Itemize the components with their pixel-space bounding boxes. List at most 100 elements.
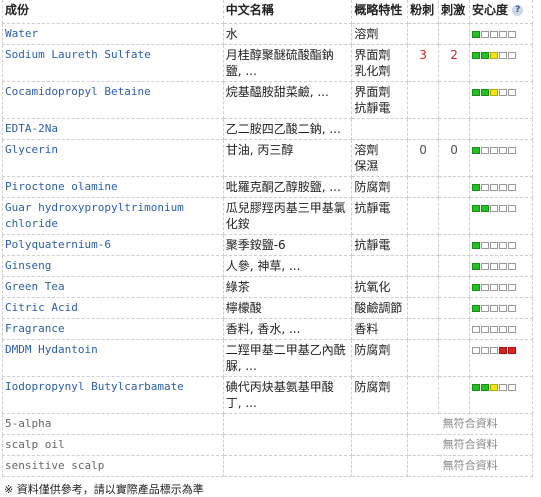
safety-meter <box>472 242 517 249</box>
safety-meter-segment <box>481 205 490 212</box>
function-tag: 防腐劑 <box>354 343 391 357</box>
chinese-name-cell: 碘代丙炔基氨基甲酸丁, ... <box>222 376 353 414</box>
function-cell <box>351 455 409 477</box>
irritant-score <box>438 81 471 119</box>
chinese-name-cell: 聚季銨鹽-6 <box>222 234 353 256</box>
ingredient-link[interactable]: Cocamidopropyl Betaine <box>5 85 151 98</box>
function-cell <box>351 434 409 456</box>
function-cell <box>351 118 409 140</box>
ingredient-link[interactable]: Glycerin <box>5 143 58 156</box>
safety-meter-segment <box>508 205 517 212</box>
acne-score <box>407 81 440 119</box>
function-tag: 抗靜電 <box>354 238 391 252</box>
ingredient-link[interactable]: Fragrance <box>5 322 65 335</box>
safety-meter-segment <box>508 242 517 249</box>
ingredient-link[interactable]: Citric Acid <box>5 301 78 314</box>
safety-meter-segment <box>481 284 490 291</box>
safety-meter-segment <box>490 326 499 333</box>
acne-score <box>407 23 440 45</box>
ingredient-link[interactable]: Green Tea <box>5 280 65 293</box>
safety-meter-segment <box>508 347 517 354</box>
safety-meter-segment <box>508 147 517 154</box>
function-tag: 防腐劑 <box>354 180 391 194</box>
table-row: Glycerin 甘油, 丙三醇 溶劑 保濕 0 0 <box>2 139 533 177</box>
function-cell: 防腐劑 <box>351 339 409 377</box>
help-icon[interactable]: ? <box>512 5 524 16</box>
chinese-name-cell: 香料, 香水, ... <box>222 318 353 340</box>
acne-score: 0 <box>407 139 440 177</box>
table-row: DMDM Hydantoin 二羥甲基二甲基乙內酰脲, ... 防腐劑 <box>2 339 533 377</box>
safety-meter-segment <box>472 242 481 249</box>
safety-meter-segment <box>472 305 481 312</box>
chinese-name-cell: 吡羅克酮乙醇胺鹽, ... <box>222 176 353 198</box>
safety-meter-segment <box>499 89 508 96</box>
safety-cell <box>469 234 533 256</box>
function-cell: 抗氧化 <box>351 276 409 298</box>
safety-cell <box>469 139 533 177</box>
table-row: Ginseng 人參, 神草, ... <box>2 255 533 277</box>
safety-meter-segment <box>508 263 517 270</box>
chinese-name-cell: 烷基醯胺甜菜鹼, ... <box>222 81 353 119</box>
function-cell <box>351 255 409 277</box>
safety-meter-segment <box>481 263 490 270</box>
header-safety: 安心度 ? <box>469 0 533 24</box>
ingredient-table: 成份 中文名稱 概略特性 粉刺 刺激 安心度 ? Water 水溶劑 Sodium … <box>2 0 533 477</box>
safety-cell <box>469 197 533 235</box>
ingredient-link[interactable]: Polyquaternium-6 <box>5 238 111 251</box>
ingredient-link[interactable]: Sodium Laureth Sulfate <box>5 48 151 61</box>
acne-score <box>407 176 440 198</box>
safety-meter-segment <box>472 147 481 154</box>
header-function: 概略特性 <box>351 0 409 24</box>
function-tag: 界面劑 <box>354 48 391 62</box>
ingredient-cell: Guar hydroxypropyltrimonium chloride <box>2 197 224 235</box>
safety-meter-segment <box>481 347 490 354</box>
chinese-name-cell: 水 <box>222 23 353 45</box>
irritant-score <box>438 276 471 298</box>
safety-meter-segment <box>472 384 481 391</box>
table-row: EDTA-2Na 乙二胺四乙酸二鈉, ... <box>2 118 533 140</box>
function-cell: 抗靜電 <box>351 234 409 256</box>
chinese-name-cell: 二羥甲基二甲基乙內酰脲, ... <box>222 339 353 377</box>
safety-meter-segment <box>472 52 481 59</box>
safety-meter-segment <box>508 384 517 391</box>
header-irritant: 刺激 <box>438 0 471 24</box>
chinese-name-cell: 瓜兒膠羥丙基三甲基氯化銨 <box>222 197 353 235</box>
chinese-name-cell: 甘油, 丙三醇 <box>222 139 353 177</box>
function-cell: 酸鹼調節 <box>351 297 409 319</box>
ingredient-link[interactable]: DMDM Hydantoin <box>5 343 98 356</box>
safety-cell <box>469 81 533 119</box>
safety-meter-segment <box>481 326 490 333</box>
irritant-score <box>438 376 471 414</box>
safety-meter-segment <box>472 326 481 333</box>
irritant-score <box>438 118 471 140</box>
safety-meter <box>472 347 517 354</box>
safety-meter <box>472 284 517 291</box>
ingredient-link[interactable]: Ginseng <box>5 259 51 272</box>
function-cell: 抗靜電 <box>351 197 409 235</box>
ingredient-cell: Sodium Laureth Sulfate <box>2 44 224 82</box>
footer-note: ※ 資料僅供參考，請以實際產品標示為準 <box>4 483 204 496</box>
safety-meter-segment <box>499 284 508 291</box>
ingredient-cell: Polyquaternium-6 <box>2 234 224 256</box>
function-cell: 界面劑 乳化劑 <box>351 44 409 82</box>
ingredient-link[interactable]: Piroctone olamine <box>5 180 118 193</box>
ingredient-link[interactable]: Iodopropynyl Butylcarbamate <box>5 380 184 393</box>
acne-score <box>407 318 440 340</box>
safety-meter <box>472 326 517 333</box>
chinese-name-cell: 月桂醇聚醚硫酸酯鈉鹽, ... <box>222 44 353 82</box>
safety-meter-segment <box>481 384 490 391</box>
ingredient-link[interactable]: EDTA-2Na <box>5 122 58 135</box>
safety-meter-segment <box>490 242 499 249</box>
safety-meter-segment <box>499 326 508 333</box>
irritant-score <box>438 339 471 377</box>
acne-score <box>407 376 440 414</box>
function-cell <box>351 413 409 435</box>
function-cell: 防腐劑 <box>351 176 409 198</box>
safety-meter-segment <box>490 31 499 38</box>
safety-cell <box>469 23 533 45</box>
ingredient-link[interactable]: Guar hydroxypropyltrimonium chloride <box>5 201 184 230</box>
ingredient-link[interactable]: Water <box>5 27 38 40</box>
acne-score <box>407 276 440 298</box>
safety-meter-segment <box>490 52 499 59</box>
ingredient-cell: Cocamidopropyl Betaine <box>2 81 224 119</box>
